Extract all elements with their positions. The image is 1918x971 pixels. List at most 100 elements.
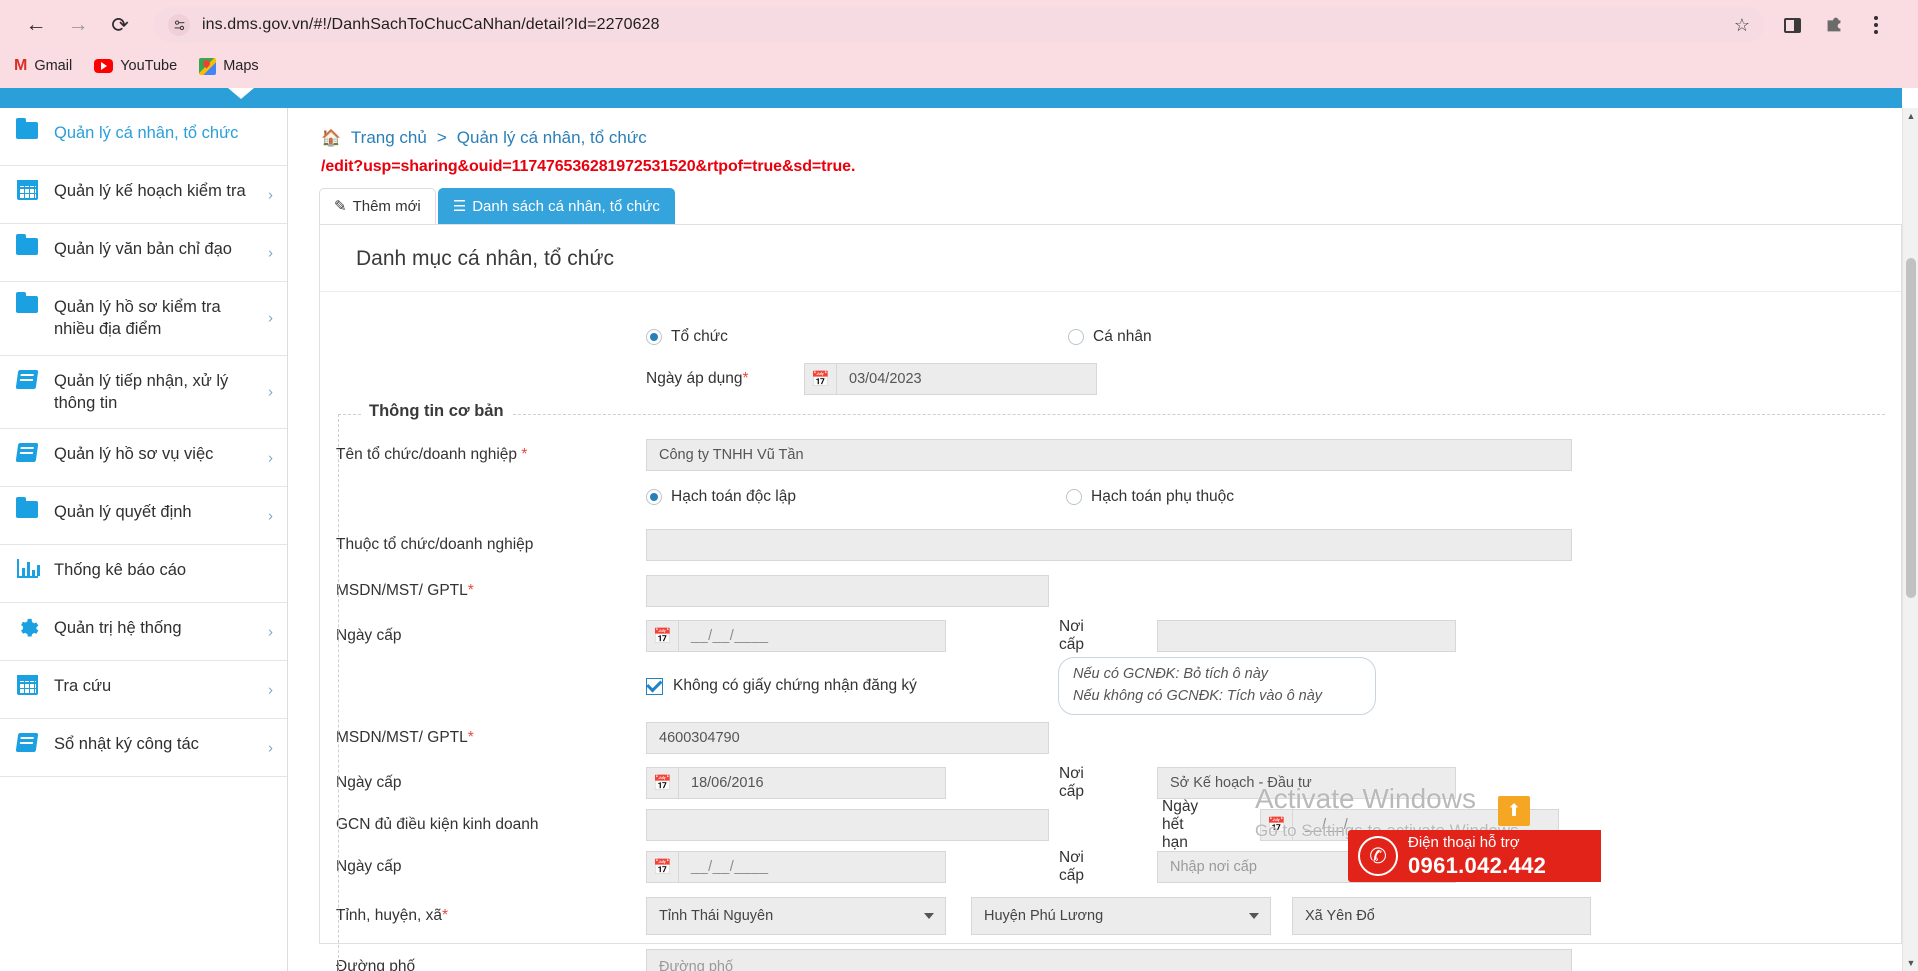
district-select-value: Huyện Phú Lương: [984, 908, 1104, 924]
sidebar-item-quan-ly-ho-so-kiem-tra-nhieu-dia-diem[interactable]: Quản lý hồ sơ kiểm tra nhiều địa điểm ›: [0, 282, 287, 356]
entity-type-row: Tổ chức Cá nhân: [326, 320, 1865, 354]
sidebar-item-label: Quản lý tiếp nhận, xử lý thông tin: [54, 371, 229, 412]
province-select-value: Tỉnh Thái Nguyên: [659, 908, 774, 924]
sidebar-item-tra-cuu[interactable]: Tra cứu ›: [0, 661, 287, 720]
calendar-icon[interactable]: 📅: [804, 363, 836, 395]
apply-date-field[interactable]: 📅 03/04/2023: [804, 363, 1097, 395]
section-title: Thông tin cơ bản: [361, 402, 512, 421]
address-bar[interactable]: ins.dms.gov.vn/#!/DanhSachToChucCaNhan/d…: [154, 7, 1764, 43]
book-icon: [14, 733, 40, 753]
tab-label: Thêm mới: [352, 197, 421, 215]
support-hotline-widget[interactable]: ✆ Điện thoại hỗ trợ 0961.042.442: [1348, 830, 1601, 882]
sidebar-item-quan-ly-ca-nhan-to-chuc[interactable]: Quản lý cá nhân, tổ chức: [0, 108, 287, 166]
province-select[interactable]: Tỉnh Thái Nguyên: [646, 897, 946, 935]
calendar-icon: [14, 675, 40, 696]
bookmark-star-icon[interactable]: ☆: [1734, 15, 1750, 36]
breadcrumb-current[interactable]: Quản lý cá nhân, tổ chức: [457, 128, 647, 148]
scrollbar-up-arrow-icon[interactable]: ▲: [1903, 108, 1918, 124]
bar-chart-icon: [14, 559, 40, 579]
radio-ca-nhan-label: Cá nhân: [1093, 328, 1152, 345]
extensions-button[interactable]: [1816, 7, 1852, 43]
chevron-right-icon: ›: [268, 186, 273, 203]
sidebar-item-label: Quản lý văn bản chỉ đạo: [54, 240, 232, 258]
breadcrumb-home-link[interactable]: Trang chủ: [351, 128, 427, 148]
side-panel-icon: [1783, 17, 1801, 33]
apply-date-input[interactable]: 03/04/2023: [836, 363, 1097, 395]
sidebar-item-quan-ly-ke-hoach-kiem-tra[interactable]: Quản lý kế hoạch kiểm tra ›: [0, 166, 287, 224]
folder-icon: [14, 118, 40, 139]
sidebar-item-quan-tri-he-thong[interactable]: Quản trị hệ thống ›: [0, 603, 287, 662]
side-panel-button[interactable]: [1774, 7, 1810, 43]
chevron-right-icon: ›: [268, 623, 273, 641]
scrollbar-down-arrow-icon[interactable]: ▼: [1903, 955, 1918, 971]
chevron-right-icon: ›: [268, 244, 273, 261]
url-text: ins.dms.gov.vn/#!/DanhSachToChucCaNhan/d…: [202, 16, 660, 33]
organization-form: Tổ chức Cá nhân Ngày áp dụng* 📅 03/04/20…: [320, 292, 1901, 971]
chevron-right-icon: ›: [268, 449, 273, 467]
kebab-menu-icon: [1874, 16, 1878, 34]
collapse-chevron-icon[interactable]: [228, 88, 254, 99]
phone-icon: ✆: [1358, 836, 1398, 876]
browser-chrome: ← → ⟳ ins.dms.gov.vn/#!/DanhSachToChucCa…: [0, 0, 1918, 88]
chevron-right-icon: ›: [268, 383, 273, 401]
browser-toolbar: ← → ⟳ ins.dms.gov.vn/#!/DanhSachToChucCa…: [0, 0, 1918, 50]
hotline-text: Điện thoại hỗ trợ 0961.042.442: [1408, 834, 1546, 878]
bookmark-gmail[interactable]: M Gmail: [14, 57, 72, 75]
back-button[interactable]: ←: [18, 7, 54, 43]
web-page: Quản lý cá nhân, tổ chức Quản lý kế hoạc…: [0, 88, 1918, 971]
tab-label: Danh sách cá nhân, tổ chức: [472, 197, 660, 215]
sidebar-navigation: Quản lý cá nhân, tổ chức Quản lý kế hoạc…: [0, 108, 288, 971]
folder-icon: [14, 292, 40, 313]
site-settings-icon[interactable]: [168, 14, 190, 36]
district-select[interactable]: Huyện Phú Lương: [971, 897, 1271, 935]
tab-them-moi[interactable]: ✎ Thêm mới: [319, 188, 436, 224]
sidebar-item-label: Quản lý quyết định: [54, 503, 192, 522]
gmail-icon: M: [14, 57, 28, 74]
sidebar-item-quan-ly-tiep-nhan-xu-ly-thong-tin[interactable]: Quản lý tiếp nhận, xử lý thông tin ›: [0, 356, 287, 430]
notice-text: /edit?usp=sharing&ouid=11747653628197253…: [321, 158, 856, 175]
radio-to-chuc[interactable]: Tổ chức: [646, 328, 1068, 346]
sidebar-item-label: Sổ nhật ký công tác: [54, 735, 199, 754]
sidebar-item-so-nhat-ky-cong-tac[interactable]: Sổ nhật ký công tác ›: [0, 719, 287, 778]
gear-icon: [14, 617, 40, 640]
forward-button[interactable]: →: [60, 7, 96, 43]
calendar-icon: [14, 180, 40, 200]
browser-menu-button[interactable]: [1858, 7, 1894, 43]
tab-bar: ✎ Thêm mới ☰ Danh sách cá nhân, tổ chức: [289, 188, 1902, 224]
bookmark-maps[interactable]: Maps: [199, 57, 259, 75]
sidebar-item-label: Quản lý cá nhân, tổ chức: [54, 124, 239, 142]
sidebar-item-label: Thống kê báo cáo: [54, 561, 187, 580]
scroll-to-top-button[interactable]: ⬆: [1498, 796, 1530, 826]
radio-to-chuc-input[interactable]: [646, 329, 662, 345]
radio-to-chuc-label: Tổ chức: [671, 328, 728, 345]
bookmark-youtube[interactable]: YouTube: [94, 58, 177, 74]
reload-button[interactable]: ⟳: [102, 7, 138, 43]
sidebar-item-thong-ke-bao-cao[interactable]: Thống kê báo cáo: [0, 545, 287, 604]
breadcrumb: 🏠 Trang chủ > Quản lý cá nhân, tổ chức: [289, 108, 1902, 148]
apply-date-label-text: Ngày áp dụng: [646, 370, 743, 387]
folder-icon: [14, 234, 40, 255]
book-icon: [14, 369, 40, 389]
radio-ca-nhan[interactable]: Cá nhân: [1068, 328, 1152, 346]
ward-select[interactable]: Xã Yên Đổ: [1292, 897, 1591, 935]
chevron-down-icon: [924, 913, 934, 919]
page-scrollbar[interactable]: ▲ ▼: [1902, 108, 1918, 971]
sidebar-item-label: Quản lý hồ sơ kiểm tra nhiều địa điểm: [54, 298, 221, 339]
page-title: Danh mục cá nhân, tổ chức: [356, 247, 615, 270]
home-icon[interactable]: 🏠: [321, 128, 341, 148]
folder-icon: [14, 497, 40, 519]
sidebar-item-quan-ly-van-ban-chi-dao[interactable]: Quản lý văn bản chỉ đạo ›: [0, 224, 287, 282]
app-top-bar: [0, 88, 1902, 108]
apply-date-label: Ngày áp dụng*: [646, 370, 804, 388]
scrollbar-thumb[interactable]: [1906, 258, 1916, 598]
bookmarks-bar: M Gmail YouTube Maps: [0, 44, 1918, 88]
sidebar-item-quan-ly-quyet-dinh[interactable]: Quản lý quyết định ›: [0, 487, 287, 546]
hotline-label: Điện thoại hỗ trợ: [1408, 834, 1520, 852]
chevron-right-icon: ›: [268, 309, 273, 327]
sidebar-item-quan-ly-ho-so-vu-viec[interactable]: Quản lý hồ sơ vụ việc ›: [0, 429, 287, 488]
radio-ca-nhan-input[interactable]: [1068, 329, 1084, 345]
sidebar-item-label: Quản trị hệ thống: [54, 619, 182, 638]
chevron-down-icon: [1249, 913, 1259, 919]
tab-danh-sach-ca-nhan-to-chuc[interactable]: ☰ Danh sách cá nhân, tổ chức: [437, 188, 675, 224]
chevron-right-icon: ›: [268, 739, 273, 757]
